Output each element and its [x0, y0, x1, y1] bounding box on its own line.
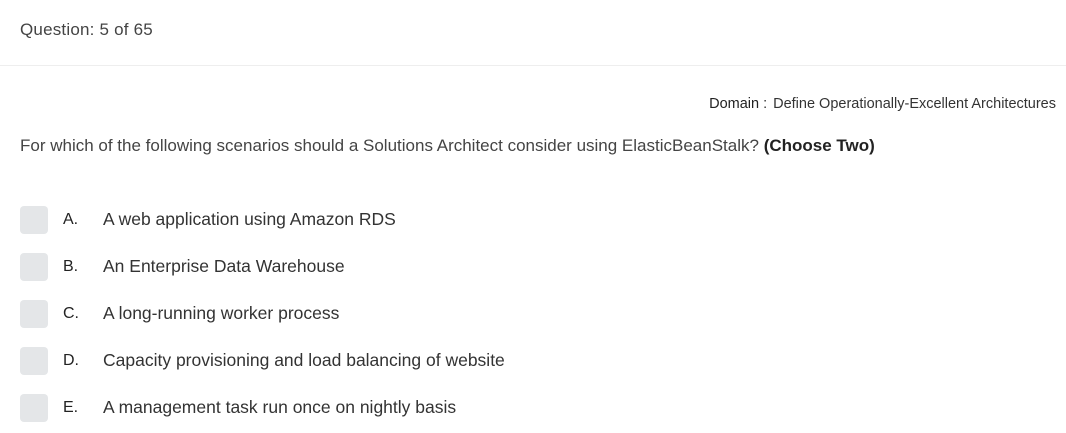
option-text[interactable]: A web application using Amazon RDS [103, 209, 396, 230]
answer-options: A. A web application using Amazon RDS B.… [20, 205, 1020, 433]
option-e[interactable]: E. A management task run once on nightly… [20, 393, 1020, 422]
question-text: For which of the following scenarios sho… [20, 135, 1005, 156]
option-text[interactable]: A management task run once on nightly ba… [103, 397, 456, 418]
option-a[interactable]: A. A web application using Amazon RDS [20, 205, 1020, 234]
question-header: Question: 5 of 65 [0, 0, 1066, 66]
domain-value: Define Operationally-Excellent Architect… [773, 96, 1056, 112]
option-text[interactable]: An Enterprise Data Warehouse [103, 256, 345, 277]
domain-label: Domain [709, 96, 760, 112]
option-b-checkbox[interactable] [20, 252, 48, 281]
option-text[interactable]: Capacity provisioning and load balancing… [103, 350, 505, 371]
option-d-checkbox[interactable] [20, 346, 48, 375]
domain-row: Domain: Define Operationally-Excellent Ar… [709, 96, 1056, 112]
option-text[interactable]: A long-running worker process [103, 303, 339, 324]
option-letter: D. [63, 351, 79, 369]
domain-separator: : [763, 96, 768, 112]
option-letter: B. [63, 257, 79, 275]
question-body: For which of the following scenarios sho… [20, 136, 759, 155]
option-letter: E. [63, 398, 79, 416]
option-b[interactable]: B. An Enterprise Data Warehouse [20, 252, 1020, 281]
choose-instruction: (Choose Two) [763, 136, 875, 155]
option-a-checkbox[interactable] [20, 205, 48, 234]
option-letter: A. [63, 210, 79, 228]
option-c[interactable]: C. A long-running worker process [20, 299, 1020, 328]
option-d[interactable]: D. Capacity provisioning and load balanc… [20, 346, 1020, 375]
option-e-checkbox[interactable] [20, 393, 48, 422]
question-counter: Question: 5 of 65 [20, 20, 153, 39]
option-c-checkbox[interactable] [20, 299, 48, 328]
option-letter: C. [63, 304, 79, 322]
quiz-page: Question: 5 of 65 Domain: Define Operatio… [0, 0, 1066, 433]
